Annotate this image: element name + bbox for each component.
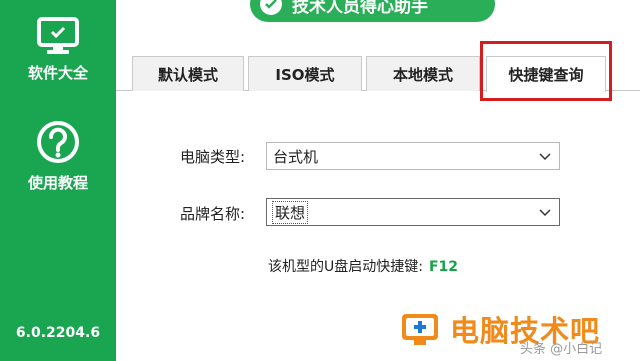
sidebar-item-label: 软件大全 — [27, 64, 88, 82]
monitor-icon — [37, 17, 79, 54]
tab-local-mode[interactable]: 本地模式 — [366, 56, 480, 91]
watermark-logo-icon — [402, 314, 438, 345]
chevron-down-icon — [539, 209, 551, 217]
tab-default-mode[interactable]: 默认模式 — [132, 56, 244, 91]
banner-title: 技术人员得心助手 — [292, 0, 428, 17]
computer-type-label: 电脑类型: — [180, 148, 246, 166]
sidebar-item-label: 使用教程 — [27, 174, 88, 192]
tab-iso-mode[interactable]: ISO模式 — [248, 56, 362, 91]
watermark-small-text: 头条 @小白记 — [520, 342, 603, 357]
computer-type-value: 台式机 — [273, 147, 319, 166]
shortcut-hint: 该机型的U盘启动快捷键: F12 — [268, 256, 458, 276]
version-label: 6.0.2204.6 — [15, 325, 101, 341]
brand-value: 联想 — [271, 200, 309, 224]
brand-label: 品牌名称: — [180, 205, 246, 223]
sidebar: 软件大全 使用教程 6.0.2204.6 — [0, 0, 116, 361]
shortcut-key: F12 — [428, 259, 459, 275]
tab-highlight-box — [480, 41, 612, 101]
sidebar-item-tutorial[interactable]: 使用教程 — [0, 120, 116, 193]
check-icon — [260, 0, 282, 15]
chevron-down-icon — [539, 153, 551, 161]
question-icon — [37, 121, 79, 163]
computer-type-select[interactable]: 台式机 — [266, 142, 560, 170]
brand-select[interactable]: 联想 — [266, 198, 560, 226]
sidebar-item-software[interactable]: 软件大全 — [0, 16, 116, 83]
header-banner: 技术人员得心助手 — [250, 0, 495, 22]
shortcut-hint-text: 该机型的U盘启动快捷键: — [268, 259, 423, 275]
